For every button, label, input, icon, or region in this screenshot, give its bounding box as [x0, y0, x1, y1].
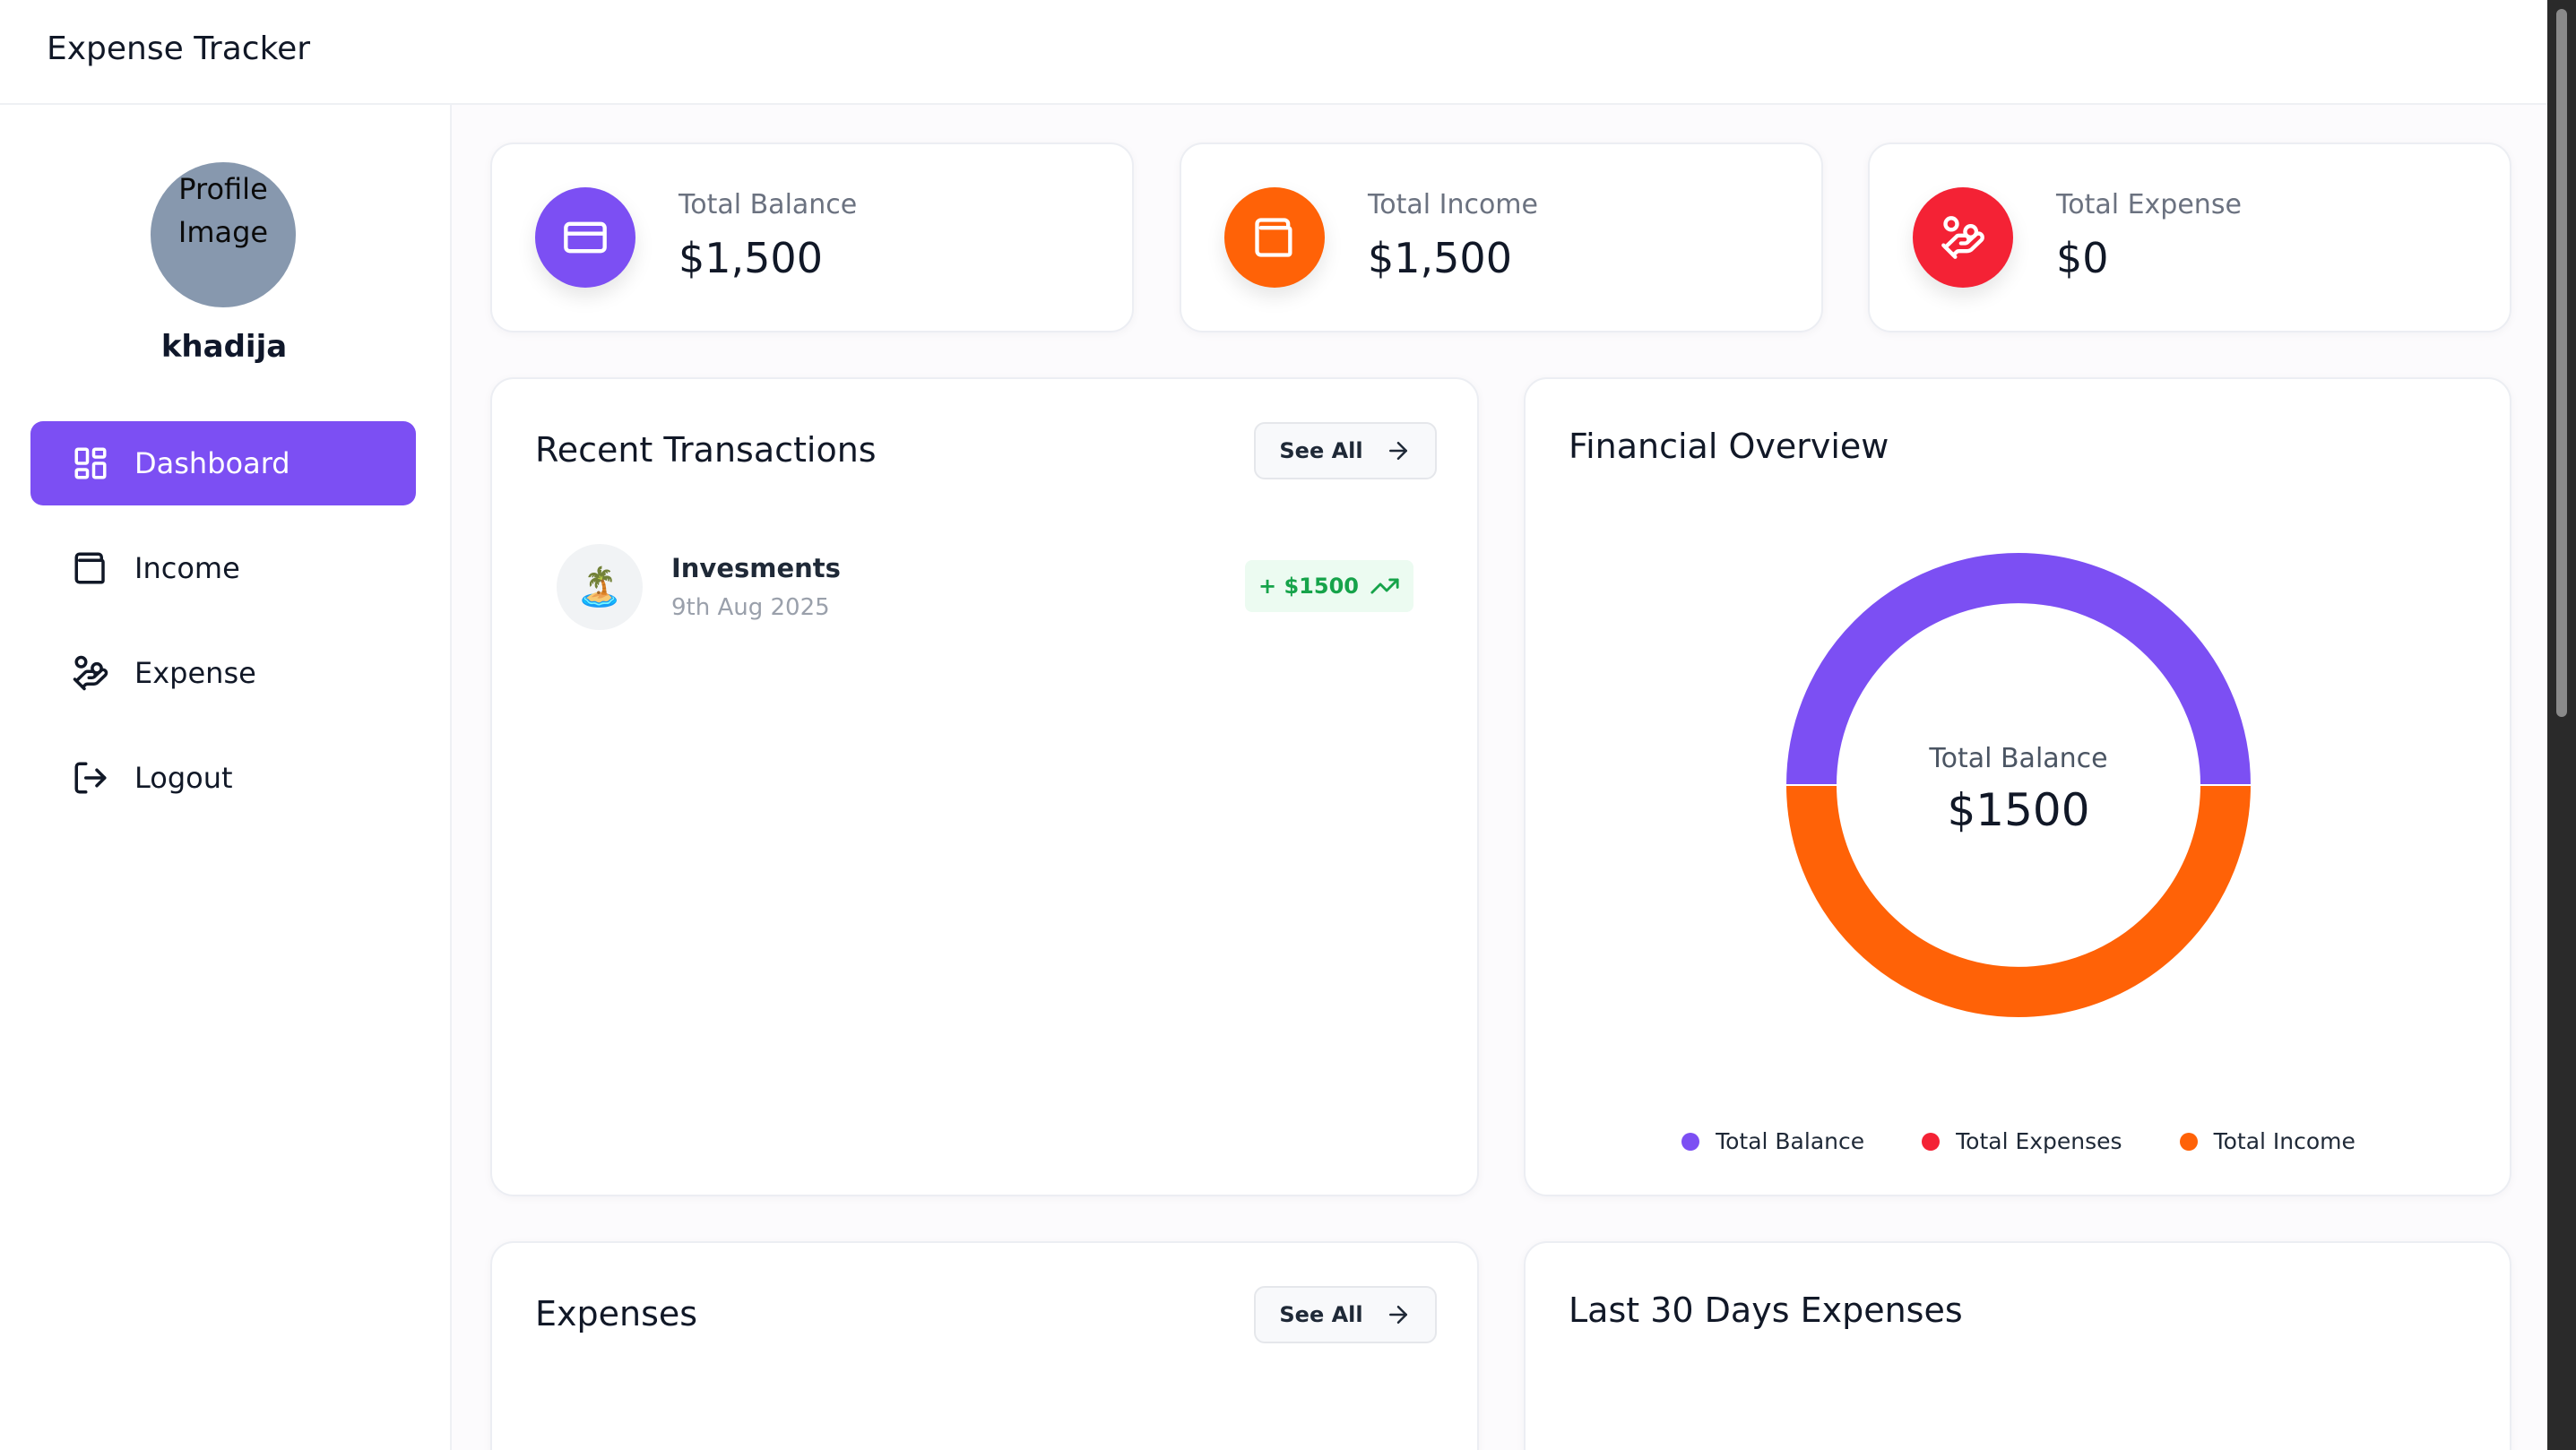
chart-legend: Total Balance Total Expenses Total Incom…	[1526, 1128, 2511, 1154]
sidebar-item-label: Expense	[134, 656, 256, 690]
legend-item: Total Expenses	[1922, 1128, 2122, 1154]
legend-item: Total Income	[2179, 1128, 2356, 1154]
sidebar-item-income[interactable]: Income	[30, 526, 416, 610]
donut-center-label: Total Balance	[1929, 743, 2108, 774]
sidebar: Profile Image khadija Dashboard Income E…	[0, 105, 452, 1450]
sidebar-item-logout[interactable]: Logout	[30, 736, 416, 820]
trending-up-icon	[1370, 578, 1399, 594]
sidebar-item-label: Logout	[134, 761, 233, 795]
wallet-icon	[1224, 187, 1325, 288]
expenses-card: Expenses See All	[490, 1241, 1479, 1450]
recent-transactions-card: Recent Transactions See All 🏝️ Invesment…	[490, 377, 1479, 1196]
wallet-icon	[72, 549, 109, 587]
dashboard-icon	[72, 444, 109, 482]
island-emoji-icon: 🏝️	[557, 544, 643, 630]
transaction-amount-badge: + $1500	[1245, 560, 1413, 612]
legend-dot	[1922, 1132, 1941, 1151]
top-bar: Expense Tracker	[0, 0, 2547, 105]
logout-icon	[72, 759, 109, 797]
sidebar-item-expense[interactable]: Expense	[30, 631, 416, 715]
transaction-name: Invesments	[671, 553, 841, 583]
see-all-button[interactable]: See All	[1254, 1286, 1437, 1343]
app-title: Expense Tracker	[47, 30, 311, 67]
sidebar-item-label: Income	[134, 551, 240, 585]
card-title: Last 30 Days Expenses	[1569, 1290, 1963, 1330]
stat-card-total-balance: Total Balance $1,500	[490, 142, 1134, 332]
scrollbar-thumb[interactable]	[2556, 9, 2567, 717]
transaction-amount: + $1500	[1258, 574, 1359, 599]
stat-card-total-income: Total Income $1,500	[1180, 142, 1823, 332]
donut-center-value: $1500	[1947, 784, 2090, 836]
stat-label: Total Balance	[679, 189, 858, 220]
hand-coins-icon	[72, 654, 109, 692]
stat-label: Total Expense	[2056, 189, 2242, 220]
avatar: Profile Image	[151, 162, 296, 307]
last-30-days-expenses-card: Last 30 Days Expenses	[1524, 1241, 2511, 1450]
arrow-right-icon	[1388, 1306, 1407, 1324]
avatar-alt-text: Profile Image	[177, 172, 269, 249]
see-all-label: See All	[1279, 438, 1363, 463]
stat-value: $1,500	[1368, 234, 1512, 282]
username: khadija	[160, 329, 288, 365]
arrow-right-icon	[1388, 442, 1407, 460]
financial-overview-card: Financial Overview Total Balance $1500 T…	[1524, 377, 2511, 1196]
hand-coins-icon	[1913, 187, 2013, 288]
see-all-label: See All	[1279, 1302, 1363, 1327]
legend-dot	[2179, 1132, 2198, 1151]
card-title: Recent Transactions	[535, 430, 877, 470]
legend-dot	[1681, 1132, 1700, 1151]
legend-label: Total Expenses	[1956, 1128, 2122, 1154]
see-all-button[interactable]: See All	[1254, 422, 1437, 479]
stat-label: Total Income	[1368, 189, 1538, 220]
legend-label: Total Income	[2213, 1128, 2356, 1154]
card-title: Expenses	[535, 1294, 698, 1333]
legend-item: Total Balance	[1681, 1128, 1864, 1154]
stat-value: $0	[2056, 234, 2109, 282]
credit-card-icon	[535, 187, 635, 288]
transaction-date: 9th Aug 2025	[671, 594, 830, 621]
sidebar-item-label: Dashboard	[134, 446, 290, 480]
scrollbar[interactable]	[2547, 0, 2576, 1450]
legend-label: Total Balance	[1716, 1128, 1865, 1154]
donut-chart: Total Balance $1500	[1526, 379, 2511, 1195]
sidebar-item-dashboard[interactable]: Dashboard	[30, 421, 416, 505]
stat-value: $1,500	[679, 234, 823, 282]
stat-card-total-expense: Total Expense $0	[1868, 142, 2511, 332]
